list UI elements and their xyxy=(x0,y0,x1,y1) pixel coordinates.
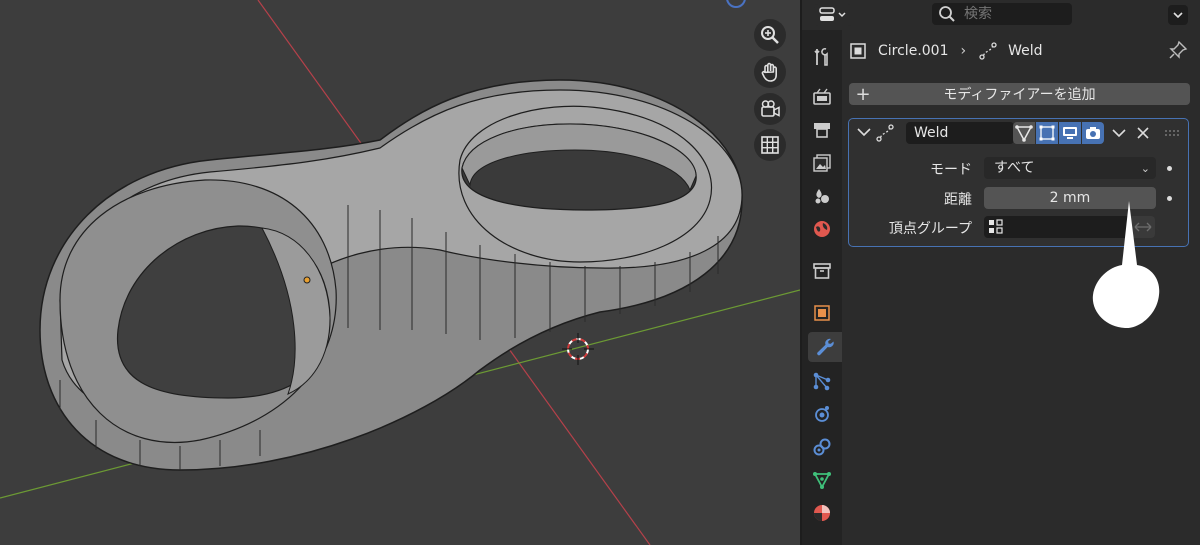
chevron-down-icon xyxy=(1173,12,1183,19)
close-icon[interactable] xyxy=(1135,125,1151,141)
tab-output[interactable] xyxy=(806,115,838,145)
object-icon xyxy=(814,305,830,321)
drag-handle-icon[interactable] xyxy=(1163,125,1179,141)
render-toggle[interactable] xyxy=(1082,122,1104,144)
vertex-group-label: 頂点グループ xyxy=(888,221,972,237)
tab-constraints[interactable] xyxy=(806,432,838,462)
weld-modifier-icon xyxy=(876,124,894,142)
weld-modifier-icon xyxy=(979,42,997,60)
tab-data[interactable] xyxy=(806,465,838,495)
on-cage-toggle[interactable] xyxy=(1036,122,1058,144)
breadcrumb-separator-icon: › xyxy=(960,43,967,59)
render-icon xyxy=(813,88,831,105)
pin-icon[interactable] xyxy=(1168,40,1188,60)
world-icon xyxy=(814,221,830,237)
add-modifier-label: モディファイアーを追加 xyxy=(943,87,1096,103)
search-field[interactable] xyxy=(932,3,1072,25)
tool-icon xyxy=(814,48,828,66)
scene-icon xyxy=(815,189,829,204)
options-dropdown[interactable] xyxy=(1168,5,1188,25)
mouse-pointer-icon xyxy=(1092,201,1160,329)
modifier-wrench-icon xyxy=(817,338,834,356)
edit-mode-toggle[interactable] xyxy=(1013,122,1035,144)
tab-particles[interactable] xyxy=(806,366,838,396)
mode-label: モード xyxy=(930,162,972,178)
3d-cursor-icon xyxy=(562,333,594,365)
constraints-icon xyxy=(813,438,831,456)
tab-world[interactable] xyxy=(806,214,838,244)
object-icon xyxy=(850,43,866,59)
material-icon xyxy=(814,505,830,521)
collapse-chevron-icon[interactable] xyxy=(856,124,872,140)
search-icon xyxy=(939,6,955,22)
zoom-icon[interactable] xyxy=(754,19,786,51)
chevron-down-icon: ⌄ xyxy=(1140,162,1150,175)
output-icon xyxy=(814,123,830,138)
vertex-group-icon xyxy=(989,219,1003,234)
on-cage-icon xyxy=(1039,125,1055,141)
object-origin xyxy=(303,276,311,284)
particles-icon xyxy=(813,372,831,391)
properties-header xyxy=(802,0,1200,30)
tab-collection[interactable] xyxy=(806,256,838,286)
tab-render[interactable] xyxy=(806,82,838,112)
collection-icon xyxy=(813,263,831,279)
properties-tabs xyxy=(802,30,842,545)
viewport-display-toggle[interactable] xyxy=(1059,122,1081,144)
tab-view-layer[interactable] xyxy=(806,148,838,178)
distance-label: 距離 xyxy=(944,192,972,208)
3d-viewport[interactable] xyxy=(0,0,800,545)
tab-modifiers[interactable] xyxy=(808,332,842,362)
grid-icon[interactable] xyxy=(754,129,786,161)
plus-icon: + xyxy=(855,83,871,105)
search-input[interactable] xyxy=(962,5,1066,23)
mesh-scene xyxy=(0,0,800,545)
keyframe-dot-icon[interactable] xyxy=(1167,166,1172,171)
data-icon xyxy=(813,472,831,489)
monitor-icon xyxy=(1063,127,1077,139)
hand-pan-icon[interactable] xyxy=(754,56,786,88)
render-camera-icon xyxy=(1086,127,1100,139)
tab-object[interactable] xyxy=(806,298,838,328)
view-layer-icon xyxy=(813,154,831,172)
breadcrumb-object-name: Circle.001 xyxy=(878,43,949,59)
mode-value: すべて xyxy=(994,160,1035,176)
gizmo-axis-circle xyxy=(726,0,746,8)
edit-mode-icon xyxy=(1015,125,1033,142)
add-modifier-button[interactable]: + モディファイアーを追加 xyxy=(849,83,1190,105)
breadcrumb-modifier-name: Weld xyxy=(1008,43,1043,59)
tab-scene[interactable] xyxy=(806,181,838,211)
tab-material[interactable] xyxy=(806,498,838,528)
keyframe-dot-icon[interactable] xyxy=(1167,196,1172,201)
modifier-name-field[interactable]: Weld xyxy=(906,122,1014,144)
mode-dropdown[interactable]: すべて ⌄ xyxy=(984,157,1156,179)
tab-physics[interactable] xyxy=(806,399,838,429)
camera-icon[interactable] xyxy=(754,93,786,125)
editor-type-icon xyxy=(819,7,846,21)
editor-type-button[interactable] xyxy=(814,4,852,26)
physics-icon xyxy=(815,406,829,422)
chevron-down-icon[interactable] xyxy=(1111,125,1127,141)
tab-tool[interactable] xyxy=(806,42,838,72)
breadcrumb: Circle.001 › Weld xyxy=(848,38,1043,64)
